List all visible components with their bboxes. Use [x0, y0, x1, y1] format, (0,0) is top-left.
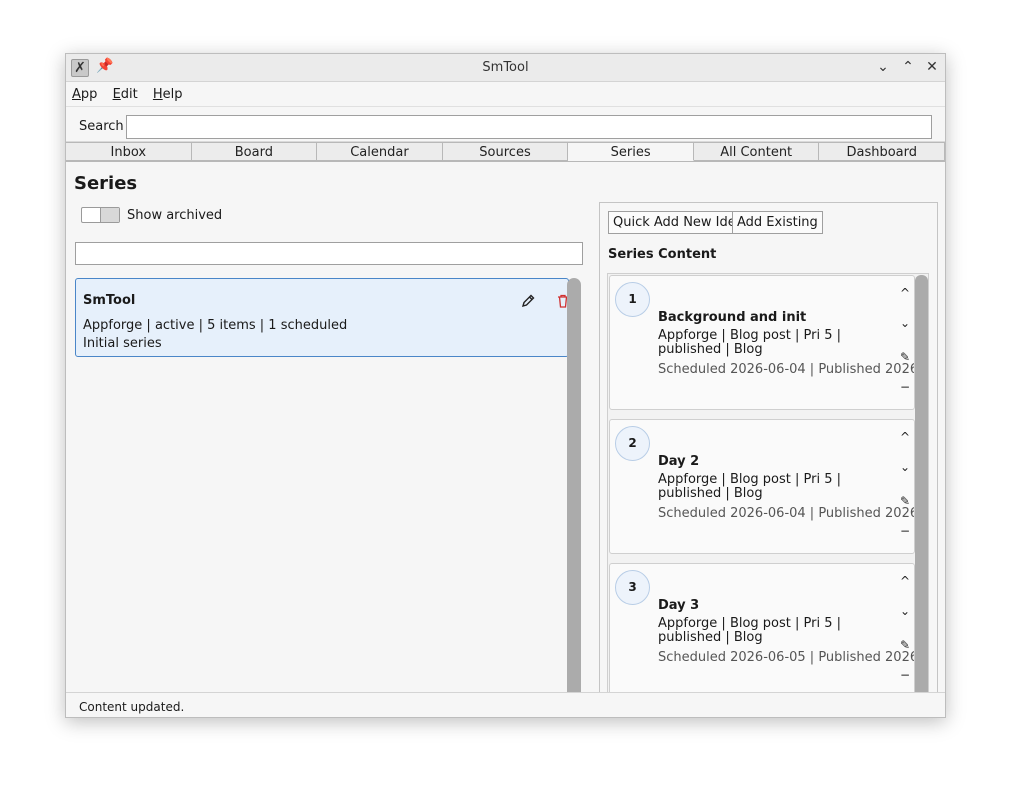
app-window: ✗ 📌 SmTool ⌄ ⌃ ✕ App Edit Help Search In…: [65, 53, 946, 718]
window-title: SmTool: [482, 60, 529, 75]
quick-add-new-idea-button[interactable]: Quick Add New Idea: [608, 211, 749, 234]
status-text: Content updated.: [79, 700, 185, 714]
menu-app[interactable]: App: [71, 82, 103, 102]
tab-inbox[interactable]: Inbox: [66, 142, 192, 161]
add-existing-button[interactable]: Add Existing: [732, 211, 823, 234]
series-content-list: 1 Background and init Appforge | Blog po…: [607, 273, 929, 701]
content-item[interactable]: 2 Day 2 Appforge | Blog post | Pri 5 | p…: [609, 419, 915, 554]
item-title: Day 2: [658, 454, 700, 469]
content-item[interactable]: 3 Day 3 Appforge | Blog post | Pri 5 | p…: [609, 563, 915, 698]
item-title: Day 3: [658, 598, 700, 613]
item-schedule: Scheduled 2026-06-04 | Published 2026-06…: [658, 362, 914, 377]
tab-board[interactable]: Board: [191, 142, 318, 161]
maximize-icon[interactable]: ⌃: [897, 56, 919, 78]
series-meta: Appforge | active | 5 items | 1 schedule…: [83, 318, 348, 333]
close-icon[interactable]: ✕: [921, 56, 943, 78]
pencil-icon[interactable]: ✎: [900, 638, 910, 652]
move-up-icon[interactable]: ^: [900, 286, 910, 300]
series-list-scrollbar[interactable]: [567, 278, 581, 698]
series-content-scrollbar[interactable]: [915, 275, 928, 701]
tab-calendar[interactable]: Calendar: [317, 142, 443, 161]
move-up-icon[interactable]: ^: [900, 574, 910, 588]
item-schedule: Scheduled 2026-06-04 | Published 2026-06…: [658, 506, 914, 521]
move-down-icon[interactable]: ⌄: [900, 604, 910, 618]
pencil-icon[interactable]: ✎: [900, 494, 910, 508]
item-title: Background and init: [658, 310, 807, 325]
item-meta: Appforge | Blog post | Pri 5 | published…: [658, 616, 842, 645]
series-card[interactable]: SmTool Appforge | active | 5 items | 1 s…: [75, 278, 569, 357]
remove-icon[interactable]: −: [900, 524, 910, 538]
minimize-icon[interactable]: ⌄: [872, 56, 894, 78]
content-item[interactable]: 1 Background and init Appforge | Blog po…: [609, 275, 915, 410]
menu-bar: App Edit Help: [66, 82, 945, 107]
search-input[interactable]: [126, 115, 932, 139]
pencil-icon[interactable]: [520, 293, 536, 309]
item-order-badge: 2: [615, 426, 650, 461]
item-order-badge: 3: [615, 570, 650, 605]
move-down-icon[interactable]: ⌄: [900, 460, 910, 474]
pencil-icon[interactable]: ✎: [900, 350, 910, 364]
search-label: Search: [79, 119, 124, 134]
tab-bar: Inbox Board Calendar Sources Series All …: [66, 142, 945, 162]
page-title: Series: [74, 173, 138, 194]
tab-sources[interactable]: Sources: [442, 142, 569, 161]
item-meta: Appforge | Blog post | Pri 5 | published…: [658, 328, 842, 357]
toggle-knob: [100, 208, 119, 222]
item-meta: Appforge | Blog post | Pri 5 | published…: [658, 472, 842, 501]
title-bar[interactable]: ✗ 📌 SmTool ⌄ ⌃ ✕: [66, 54, 945, 82]
series-content-panel: Quick Add New Idea Add Existing Series C…: [599, 202, 938, 702]
status-bar: Content updated.: [66, 692, 945, 717]
show-archived-toggle[interactable]: [81, 207, 120, 223]
menu-edit[interactable]: Edit: [112, 82, 144, 102]
item-schedule: Scheduled 2026-06-05 | Published 2026-06…: [658, 650, 914, 665]
series-name: SmTool: [83, 293, 136, 308]
move-up-icon[interactable]: ^: [900, 430, 910, 444]
tab-dashboard[interactable]: Dashboard: [819, 142, 945, 161]
menu-help[interactable]: Help: [152, 82, 189, 102]
series-page: Series Show archived SmTool Appforge | a…: [66, 165, 945, 702]
series-content-label: Series Content: [608, 247, 717, 262]
tab-all-content[interactable]: All Content: [693, 142, 820, 161]
remove-icon[interactable]: −: [900, 380, 910, 394]
show-archived-label: Show archived: [127, 208, 223, 223]
tab-series[interactable]: Series: [568, 142, 694, 161]
move-down-icon[interactable]: ⌄: [900, 316, 910, 330]
remove-icon[interactable]: −: [900, 668, 910, 682]
series-description: Initial series: [83, 336, 162, 351]
series-filter-input[interactable]: [75, 242, 583, 265]
item-order-badge: 1: [615, 282, 650, 317]
search-row: Search: [66, 107, 945, 142]
